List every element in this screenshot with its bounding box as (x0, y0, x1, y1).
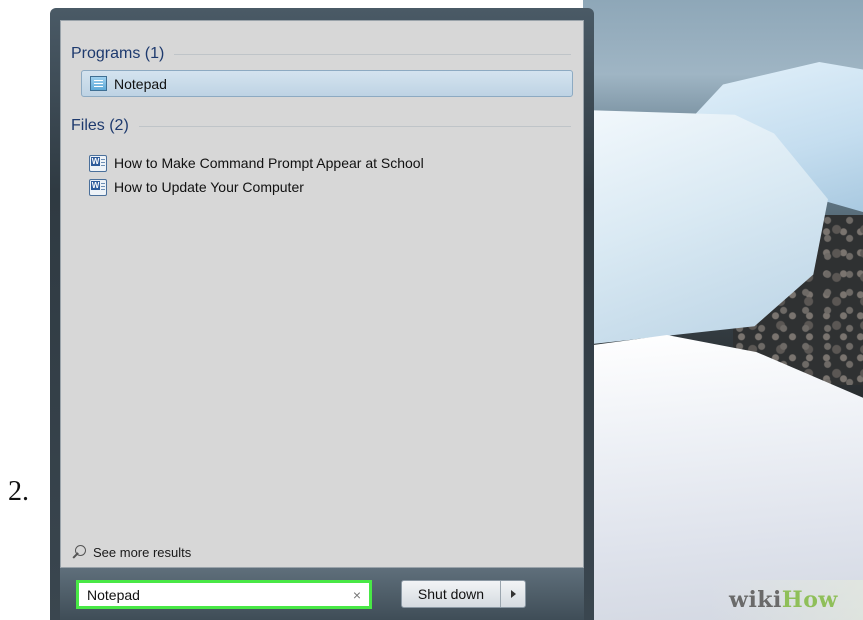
step-number: 2. (8, 476, 29, 507)
notepad-icon (90, 76, 107, 91)
word-document-icon (89, 178, 107, 196)
start-menu-bottom-bar: Notepad × Shut down (60, 568, 584, 620)
see-more-label: See more results (93, 544, 192, 560)
arrow-right-icon (510, 590, 516, 598)
program-item-notepad[interactable]: Notepad (81, 70, 573, 97)
desktop-wallpaper: wikiHow (583, 0, 863, 620)
shutdown-button[interactable]: Shut down (402, 581, 500, 607)
section-divider (138, 125, 571, 127)
program-item-label: Notepad (114, 75, 167, 92)
see-more-results-link[interactable]: See more results (71, 544, 191, 560)
word-document-icon (89, 154, 107, 172)
search-input[interactable]: Notepad × (76, 580, 372, 609)
shutdown-options-button[interactable] (500, 581, 525, 607)
file-item[interactable]: How to Make Command Prompt Appear at Sch… (89, 152, 424, 174)
wikihow-watermark: wikiHow (709, 580, 863, 620)
file-item-label: How to Make Command Prompt Appear at Sch… (114, 155, 424, 171)
magnifier-icon (71, 544, 87, 560)
shutdown-button-group: Shut down (401, 580, 526, 608)
file-item[interactable]: How to Update Your Computer (89, 176, 304, 198)
section-divider (174, 53, 571, 55)
programs-section-header: Programs (1) (71, 45, 571, 63)
search-input-value[interactable]: Notepad (87, 587, 353, 603)
search-results-pane: Programs (1) Notepad Files (2) How to Ma… (60, 20, 584, 568)
start-menu: Programs (1) Notepad Files (2) How to Ma… (50, 8, 594, 620)
files-section-header: Files (2) (71, 117, 571, 135)
file-item-label: How to Update Your Computer (114, 179, 304, 195)
clear-search-icon[interactable]: × (353, 587, 361, 603)
